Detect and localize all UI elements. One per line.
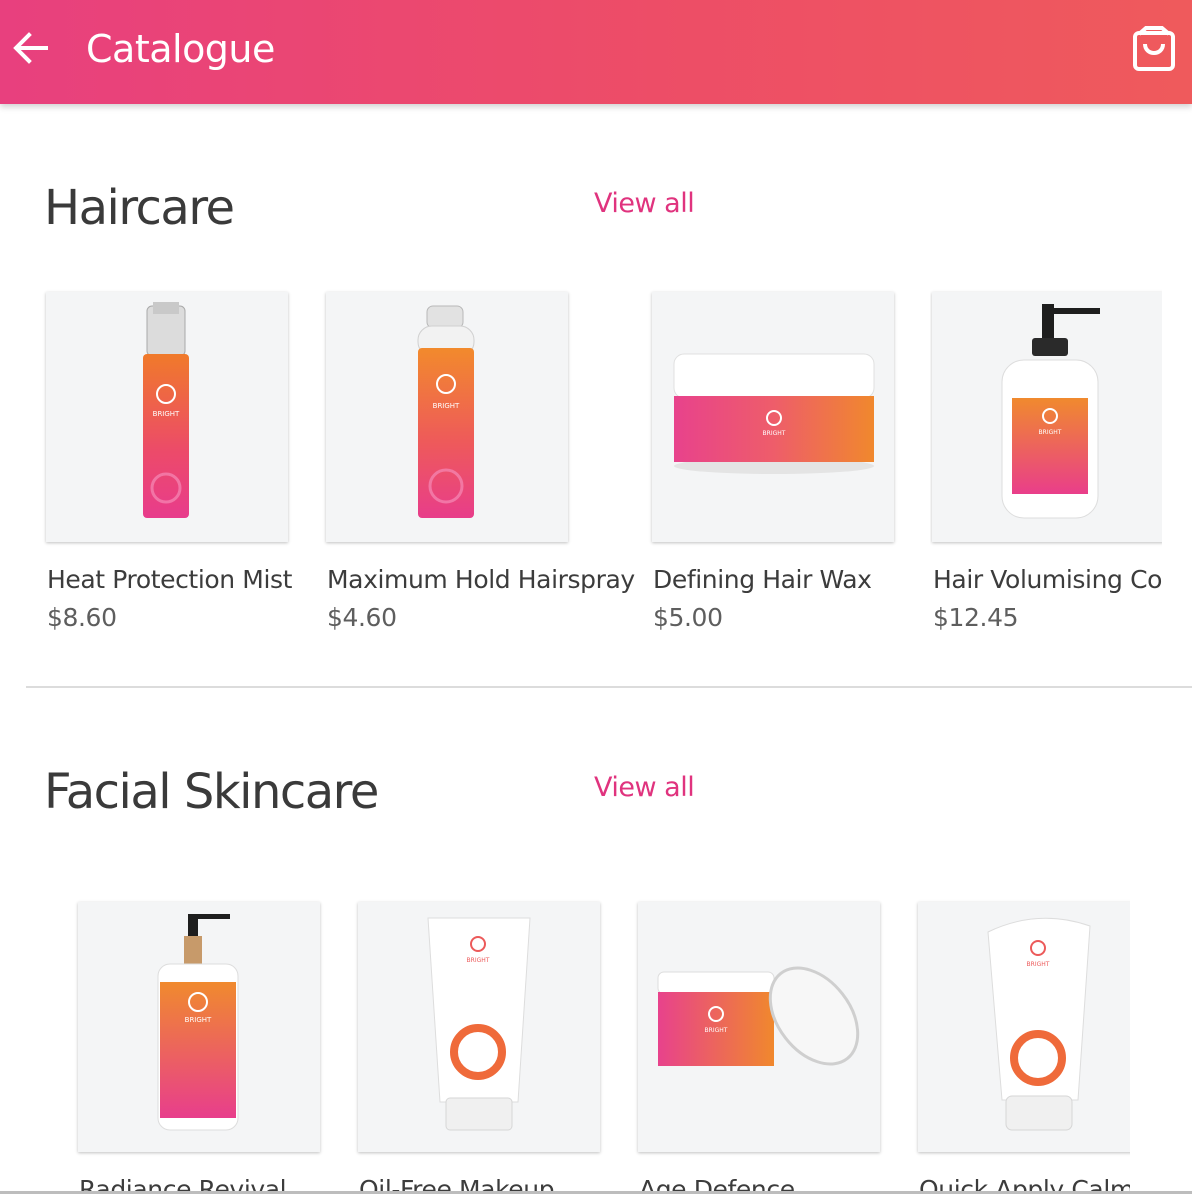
shopping-bag-icon (1133, 26, 1175, 71)
product-name: Heat Protection Mist (47, 565, 293, 594)
view-all-facial-skincare-link[interactable]: View all (594, 772, 695, 804)
product-name: Quick Apply Calmir (919, 1175, 1130, 1191)
product-image-pump-bottle-tall: BRIGHT (78, 902, 320, 1152)
product-image-spray-bottle: BRIGHT (46, 292, 288, 542)
svg-text:BRIGHT: BRIGHT (467, 957, 490, 964)
product-name: Maximum Hold Hairspray (327, 565, 635, 594)
section-title-haircare: Haircare (44, 180, 235, 236)
page-title: Catalogue (86, 27, 275, 71)
svg-text:BRIGHT: BRIGHT (763, 430, 786, 437)
product-name: Oil-Free Makeup (359, 1175, 555, 1191)
svg-text:BRIGHT: BRIGHT (705, 1027, 728, 1034)
app-bar: Catalogue (0, 0, 1192, 104)
product-image-pump-bottle: BRIGHT (932, 292, 1162, 542)
cart-button[interactable] (1130, 24, 1178, 74)
product-price: $5.00 (653, 603, 723, 632)
product-image-wax-tub: BRIGHT (652, 292, 894, 542)
arrow-left-icon (13, 32, 48, 64)
product-image-aerosol-can: BRIGHT (326, 292, 568, 542)
product-price: $8.60 (47, 603, 117, 632)
product-name: Age Defence (639, 1175, 795, 1191)
svg-text:BRIGHT: BRIGHT (433, 402, 460, 410)
product-image-tube: BRIGHT (358, 902, 600, 1152)
product-image-open-jar: BRIGHT (638, 902, 880, 1152)
view-all-haircare-link[interactable]: View all (594, 188, 695, 220)
product-name: Radiance Revival (79, 1175, 287, 1191)
product-price: $4.60 (327, 603, 397, 632)
product-name: Defining Hair Wax (653, 565, 872, 594)
back-button[interactable] (10, 28, 50, 68)
svg-text:BRIGHT: BRIGHT (153, 410, 180, 418)
section-divider (26, 686, 1192, 688)
product-name: Hair Volumising Con (933, 565, 1162, 594)
svg-text:BRIGHT: BRIGHT (1039, 429, 1062, 436)
product-image-squeeze-tube: BRIGHT (918, 902, 1130, 1152)
section-title-facial-skincare: Facial Skincare (44, 764, 379, 820)
product-price: $12.45 (933, 603, 1019, 632)
svg-text:BRIGHT: BRIGHT (1027, 961, 1050, 968)
svg-text:BRIGHT: BRIGHT (185, 1016, 212, 1024)
